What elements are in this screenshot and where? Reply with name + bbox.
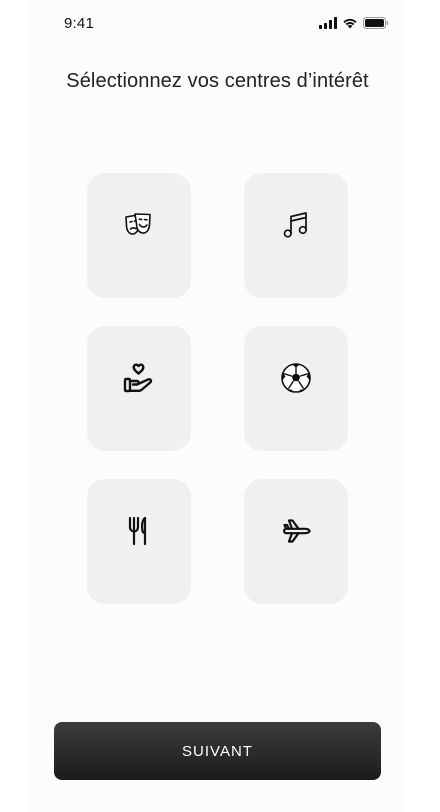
interests-screen: 9:41 Sélectionnez vos centres d’intérêt …: [30, 0, 405, 812]
next-button[interactable]: SUIVANT: [54, 722, 381, 780]
interest-tile-food[interactable]: [87, 479, 191, 604]
volunteering-heart-hand-icon: [121, 360, 157, 396]
interest-tile-volunteering[interactable]: [87, 326, 191, 451]
music-note-icon: [278, 207, 314, 243]
fork-knife-icon: [121, 513, 157, 549]
status-bar: 9:41: [30, 0, 405, 44]
interest-tile-football[interactable]: [244, 326, 348, 451]
status-time: 9:41: [64, 15, 94, 32]
soccer-ball-icon: [278, 360, 314, 396]
battery-icon: [363, 16, 389, 34]
interest-tile-travel[interactable]: [244, 479, 348, 604]
status-icons: [319, 16, 389, 34]
signal-icon: [319, 16, 337, 34]
wifi-icon: [342, 16, 358, 34]
interest-tile-theater[interactable]: [87, 173, 191, 298]
interest-tile-music[interactable]: [244, 173, 348, 298]
interests-grid: [87, 173, 348, 604]
airplane-icon: [278, 513, 314, 549]
page-title: Sélectionnez vos centres d’intérêt: [66, 70, 369, 92]
theater-masks-icon: [121, 207, 157, 243]
